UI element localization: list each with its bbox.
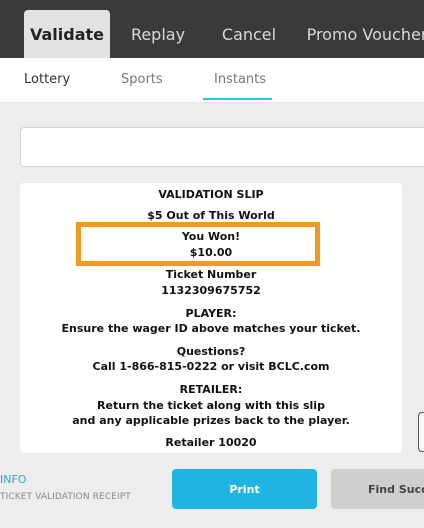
tab-cancel[interactable]: Cancel: [212, 10, 286, 58]
tab-promo-voucher[interactable]: Promo Voucher: [302, 10, 424, 58]
slip-retailer-text-1: Return the ticket along with this slip: [97, 399, 325, 412]
slip-retailer-id: Retailer 10020: [165, 436, 257, 449]
tab-replay[interactable]: Replay: [119, 10, 197, 58]
slip-retailer-heading: RETAILER:: [179, 383, 243, 396]
subtab-sports[interactable]: Sports: [121, 58, 163, 102]
slip-ticket-number: 1132309675752: [161, 284, 261, 297]
slip-won-label: You Won!: [181, 230, 241, 243]
find-success-button[interactable]: Find Succe: [331, 469, 424, 509]
won-highlight-box: [76, 222, 320, 266]
slip-questions-text: Call 1-866-815-0222 or visit BCLC.com: [92, 360, 330, 373]
subtab-instants[interactable]: Instants: [214, 58, 266, 102]
ticket-input[interactable]: [20, 127, 424, 167]
validation-slip: VALIDATION SLIP $5 Out of This World You…: [20, 183, 402, 453]
top-nav: Validate Replay Cancel Promo Voucher: [0, 0, 424, 58]
side-control[interactable]: [418, 412, 424, 452]
main-content: VALIDATION SLIP $5 Out of This World You…: [0, 103, 424, 528]
info-link[interactable]: INFO: [0, 473, 26, 486]
active-tab-indicator: [203, 98, 272, 100]
print-button[interactable]: Print: [172, 469, 317, 509]
slip-player-text: Ensure the wager ID above matches your t…: [61, 322, 361, 335]
slip-header: VALIDATION SLIP: [158, 188, 264, 201]
slip-won-amount: $10.00: [189, 246, 233, 259]
tab-validate[interactable]: Validate: [24, 10, 110, 58]
slip-player-heading: PLAYER:: [185, 307, 237, 320]
slip-ticket-label: Ticket Number: [165, 268, 257, 281]
slip-retailer-text-2: and any applicable prizes back to the pl…: [72, 414, 350, 427]
slip-game-name: $5 Out of This World: [147, 209, 275, 222]
subtab-lottery[interactable]: Lottery: [24, 58, 70, 102]
sub-nav: Lottery Sports Instants: [0, 58, 424, 103]
receipt-label: TICKET VALIDATION RECEIPT: [0, 492, 131, 502]
slip-questions-heading: Questions?: [176, 345, 246, 358]
